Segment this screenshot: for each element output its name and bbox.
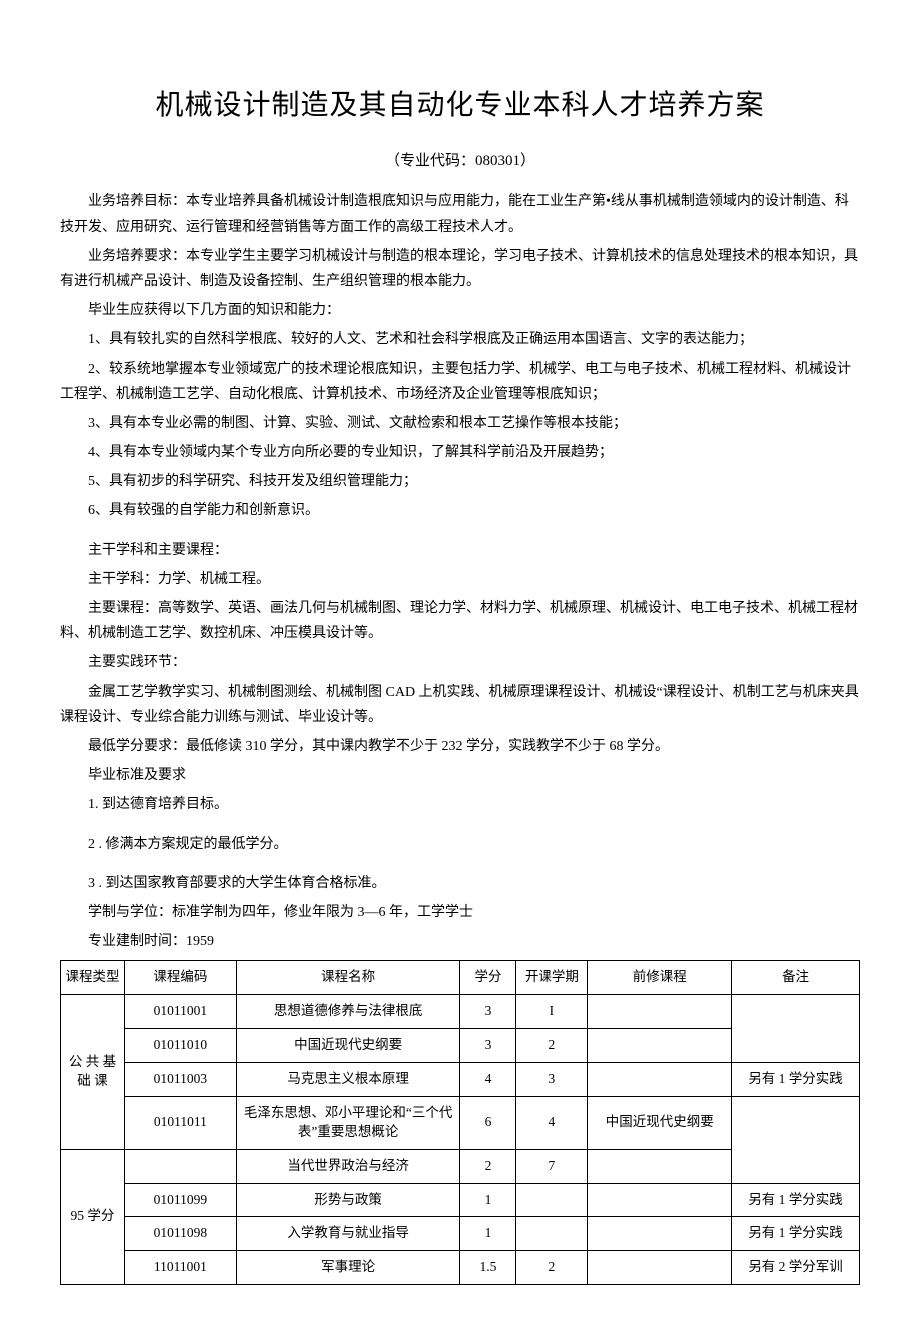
cell-name: 形势与政策 [236,1183,460,1217]
cell-credit: 3 [460,995,516,1029]
cell-credit: 2 [460,1149,516,1183]
para-abilities-intro: 毕业生应获得以下几方面的知识和能力： [60,298,860,323]
th-prereq: 前修课程 [588,961,732,995]
grad-item-1: 1. 到达德育培养目标。 [60,792,860,817]
cell-sem: 2 [516,1251,588,1285]
grad-item-2: 2 . 修满本方案规定的最低学分。 [60,832,860,857]
para-duration: 学制与学位：标准学制为四年，修业年限为 3—6 年，工学学士 [60,900,860,925]
para-disciplines: 主干学科：力学、机械工程。 [60,567,860,592]
cell-note: 另有 1 学分实践 [732,1217,860,1251]
table-row: 01011098 入学教育与就业指导 1 另有 1 学分实践 [61,1217,860,1251]
table-header-row: 课程类型 课程编码 课程名称 学分 开课学期 前修课程 备注 [61,961,860,995]
table-row: 11011001 军事理论 1.5 2 另有 2 学分军训 [61,1251,860,1285]
para-practice-heading: 主要实践环节： [60,650,860,675]
ability-item-4: 4、具有本专业领域内某个专业方向所必要的专业知识，了解其科学前沿及开展趋势； [60,440,860,465]
th-code: 课程编码 [124,961,236,995]
para-established: 专业建制时间：1959 [60,929,860,954]
cell-code: 01011011 [124,1096,236,1149]
cell-name: 当代世界政治与经济 [236,1149,460,1183]
cell-name: 军事理论 [236,1251,460,1285]
cell-note: 另有 2 学分军训 [732,1251,860,1285]
ability-item-3: 3、具有本专业必需的制图、计算、实验、测试、文献检索和根本工艺操作等根本技能； [60,411,860,436]
cell-pre [588,1149,732,1183]
subtitle: （专业代码：080301） [60,148,860,175]
table-row: 01011099 形势与政策 1 另有 1 学分实践 [61,1183,860,1217]
para-requirements: 业务培养要求：本专业学生主要学习机械设计与制造的根本理论，学习电子技术、计算机技… [60,244,860,294]
page-title: 机械设计制造及其自动化专业本科人才培养方案 [60,80,860,130]
course-table: 课程类型 课程编码 课程名称 学分 开课学期 前修课程 备注 公 共 基 础 课… [60,960,860,1285]
table-row: 01011011 毛泽东思想、邓小平理论和“三个代表”重要思想概论 6 4 中国… [61,1096,860,1149]
cell-sem [516,1217,588,1251]
cell-sem: I [516,995,588,1029]
ability-item-2: 2、较系统地掌握本专业领域宽广的技术理论根底知识，主要包括力学、机械学、电工与电… [60,357,860,407]
cell-pre: 中国近现代史纲要 [588,1096,732,1149]
cell-name: 中国近现代史纲要 [236,1029,460,1063]
para-courses-heading: 主干学科和主要课程： [60,538,860,563]
th-type: 课程类型 [61,961,125,995]
ability-item-6: 6、具有较强的自学能力和创新意识。 [60,498,860,523]
cell-note [732,1096,860,1183]
cell-name: 思想道德修养与法律根底 [236,995,460,1029]
cell-credit: 1 [460,1183,516,1217]
cell-code: 01011010 [124,1029,236,1063]
th-name: 课程名称 [236,961,460,995]
cell-pre [588,1062,732,1096]
cell-code [124,1149,236,1183]
cell-sem: 2 [516,1029,588,1063]
cell-code: 01011099 [124,1183,236,1217]
cell-credit: 3 [460,1029,516,1063]
cell-pre [588,1183,732,1217]
grad-item-3: 3 . 到达国家教育部要求的大学生体育合格标准。 [60,871,860,896]
th-note: 备注 [732,961,860,995]
cell-pre [588,1029,732,1063]
cell-code: 01011003 [124,1062,236,1096]
cell-credit: 1.5 [460,1251,516,1285]
cell-note [732,995,860,1063]
para-practice-body: 金属工艺学教学实习、机械制图测绘、机械制图 CAD 上机实践、机械原理课程设计、… [60,680,860,730]
cell-pre [588,995,732,1029]
para-min-credits: 最低学分要求：最低修读 310 学分，其中课内教学不少于 232 学分，实践教学… [60,734,860,759]
cell-name: 毛泽东思想、邓小平理论和“三个代表”重要思想概论 [236,1096,460,1149]
para-grad-standard: 毕业标准及要求 [60,763,860,788]
cell-pre [588,1217,732,1251]
cell-name: 入学教育与就业指导 [236,1217,460,1251]
para-objective: 业务培养目标：本专业培养具备机械设计制造根底知识与应用能力，能在工业生产第•线从… [60,189,860,239]
cell-sem: 7 [516,1149,588,1183]
para-main-courses: 主要课程：高等数学、英语、画法几何与机械制图、理论力学、材料力学、机械原理、机械… [60,596,860,646]
cell-code: 11011001 [124,1251,236,1285]
ability-item-5: 5、具有初步的科学研究、科技开发及组织管理能力； [60,469,860,494]
cell-name: 马克思主义根本原理 [236,1062,460,1096]
cell-note: 另有 1 学分实践 [732,1183,860,1217]
cell-credit: 4 [460,1062,516,1096]
cell-code: 01011001 [124,995,236,1029]
th-credit: 学分 [460,961,516,995]
category-cell-2: 95 学分 [61,1149,125,1285]
ability-item-1: 1、具有较扎实的自然科学根底、较好的人文、艺术和社会科学根底及正确运用本国语言、… [60,327,860,352]
cell-credit: 1 [460,1217,516,1251]
cell-sem: 4 [516,1096,588,1149]
th-semester: 开课学期 [516,961,588,995]
cell-sem: 3 [516,1062,588,1096]
cell-credit: 6 [460,1096,516,1149]
cell-note: 另有 1 学分实践 [732,1062,860,1096]
cell-code: 01011098 [124,1217,236,1251]
table-row: 01011003 马克思主义根本原理 4 3 另有 1 学分实践 [61,1062,860,1096]
cell-sem [516,1183,588,1217]
category-cell-1: 公 共 基 础 课 [61,995,125,1149]
cell-pre [588,1251,732,1285]
table-row: 公 共 基 础 课 01011001 思想道德修养与法律根底 3 I [61,995,860,1029]
